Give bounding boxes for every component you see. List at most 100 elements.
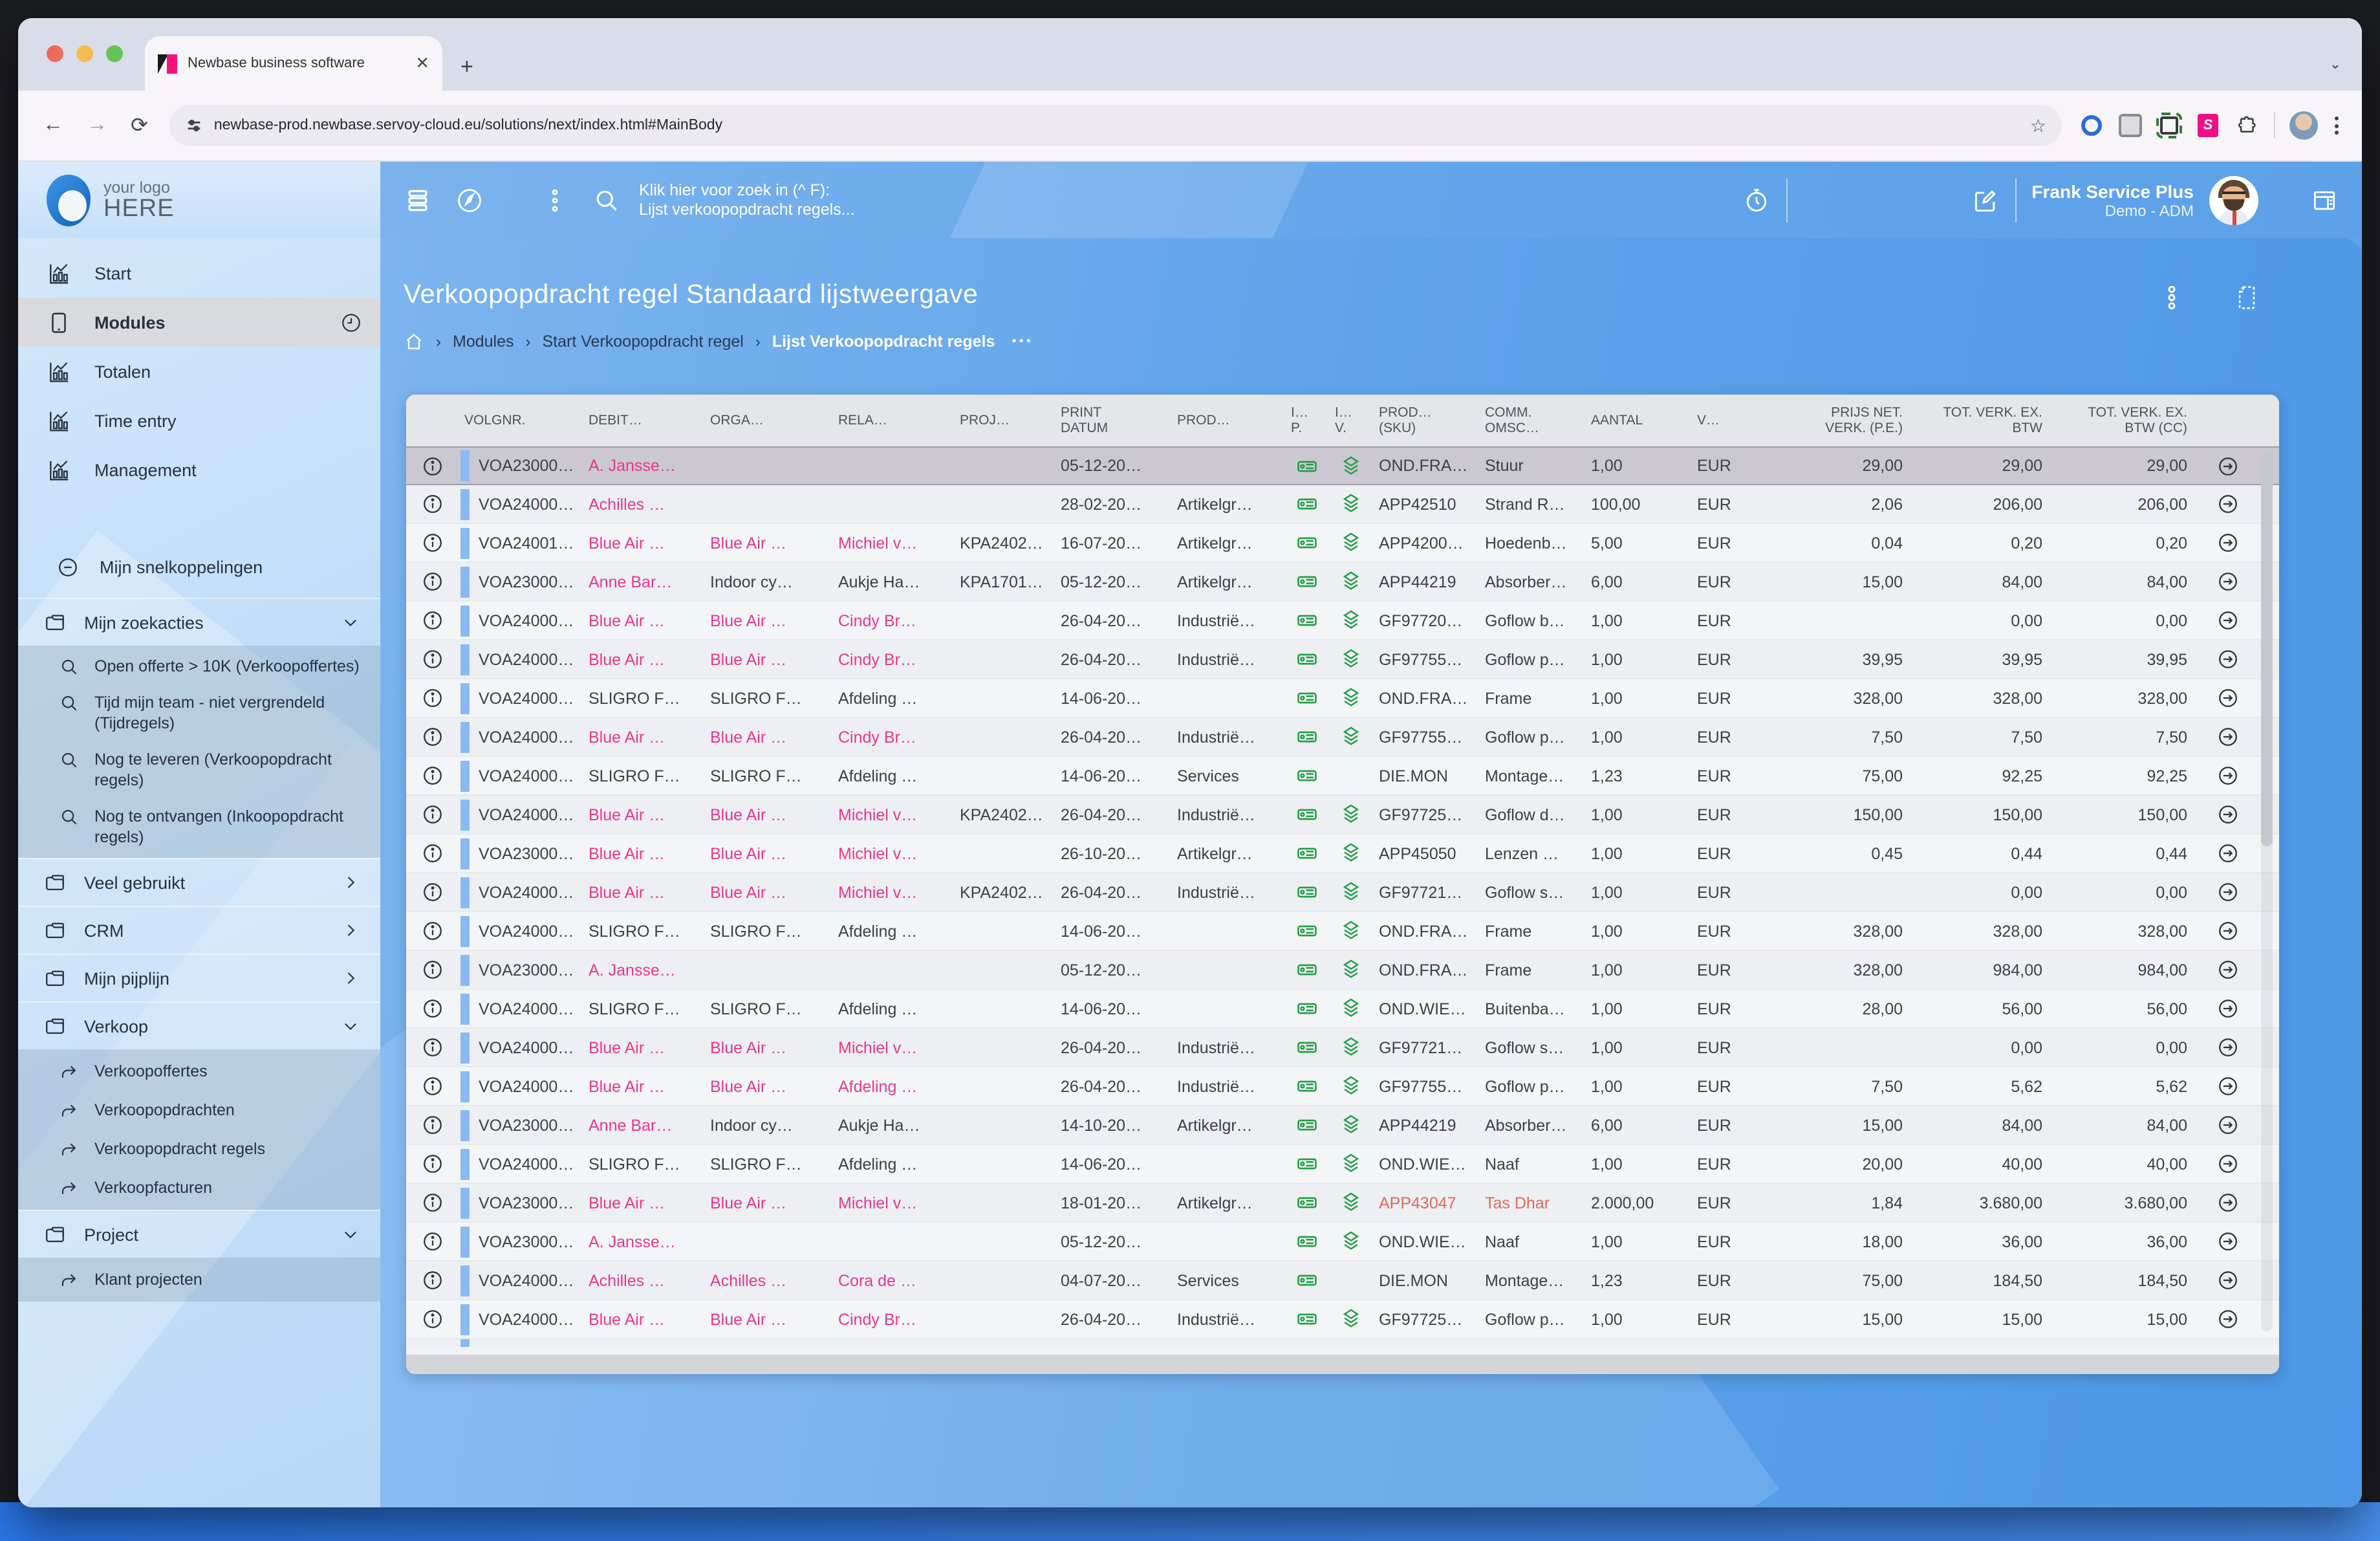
row-info-icon[interactable] [406,920,458,942]
row-info-icon[interactable] [406,1036,458,1058]
sidebar-subitem-nog-te-leveren-verkoopopdracht[interactable]: Nog te leveren (Verkoopopdracht regels) [18,741,380,798]
chevron-down-icon[interactable] [341,1225,360,1243]
compass-icon[interactable] [455,186,484,214]
column-header-ip[interactable]: I… P. [1284,405,1328,436]
extension-pink-icon[interactable]: S [2195,113,2221,138]
row-info-icon[interactable] [406,998,458,1020]
breadcrumb-item[interactable]: Lijst Verkoopopdracht regels [772,333,995,351]
logo-area[interactable]: your logo HERE [18,162,380,238]
table-row[interactable]: VOA24000…Blue Air …Blue Air …Cindy Br…26… [406,718,2279,757]
timer-icon[interactable] [1742,186,1770,214]
table-row[interactable]: VOA24000…SLIGRO F…SLIGRO F…Afdeling …14-… [406,912,2279,951]
url-bar[interactable]: newbase-prod.newbase.servoy-cloud.eu/sol… [170,105,2062,146]
header-kebab-icon[interactable] [541,186,569,214]
table-row[interactable]: VOA23000…Blue Air …Blue Air …Michiel v…2… [406,835,2279,873]
column-header-tot[interactable]: TOT. VERK. EX. BTW [1918,405,2058,436]
tab-search-icon[interactable]: ⌄ [2330,56,2341,72]
horizontal-scrollbar[interactable] [406,1355,2279,1374]
vertical-scrollbar-thumb[interactable] [2261,452,2273,846]
row-open-arrow-icon[interactable] [2203,881,2252,903]
url-text[interactable]: newbase-prod.newbase.servoy-cloud.eu/sol… [214,118,2020,133]
home-icon[interactable] [404,331,424,352]
row-open-arrow-icon[interactable] [2203,493,2252,515]
row-open-arrow-icon[interactable] [2203,1308,2252,1330]
row-open-arrow-icon[interactable] [2203,609,2252,631]
clock-icon[interactable] [340,311,362,333]
row-open-arrow-icon[interactable] [2203,1230,2252,1252]
table-row[interactable]: VOA23000…Anne Bar…Indoor cy…Aukje Ha…KPA… [406,563,2279,602]
column-header-prijs[interactable]: PRIJS NET. VERK. (P.E.) [1773,405,1918,436]
row-open-arrow-icon[interactable] [2203,726,2252,748]
sidebar-item-modules[interactable]: Modules [18,298,380,347]
new-tab-button[interactable]: + [460,56,473,78]
column-header-debit[interactable]: DEBIT… [582,413,704,428]
sidebar-subitem-verkoopoffertes[interactable]: Verkoopoffertes [18,1052,380,1091]
row-info-icon[interactable] [406,726,458,748]
table-row[interactable]: VOA24000…Blue Air …Blue Air …Michiel v…K… [406,796,2279,835]
table-row[interactable]: VOA24000…Achilles …28-02-20…Artikelgr…AP… [406,485,2279,524]
sidebar-subitem-verkoopopdrachten[interactable]: Verkoopopdrachten [18,1091,380,1130]
row-info-icon[interactable] [406,493,458,515]
table-row[interactable]: VOA24000…Achilles …Achilles …Cora de …04… [406,1262,2279,1300]
column-header-rela[interactable]: RELA… [832,413,953,428]
row-open-arrow-icon[interactable] [2203,920,2252,942]
row-open-arrow-icon[interactable] [2203,765,2252,787]
content-kebab-icon[interactable] [2160,285,2183,311]
column-header-iv[interactable]: I… V. [1328,405,1372,436]
row-info-icon[interactable] [406,842,458,864]
row-open-arrow-icon[interactable] [2203,1153,2252,1175]
row-info-icon[interactable] [406,1230,458,1252]
row-info-icon[interactable] [406,648,458,670]
row-open-arrow-icon[interactable] [2203,998,2252,1020]
table-row[interactable]: VOA23000…A. Jansse…05-12-20…OND.FRA…Stuu… [406,446,2279,485]
extension-chrome-icon[interactable] [2117,113,2143,138]
sidebar-subitem-nog-te-ontvangen-inkoopopdrach[interactable]: Nog te ontvangen (Inkoopopdracht regels) [18,798,380,855]
sidebar-group-veel-gebruikt[interactable]: Veel gebruikt [18,858,380,906]
table-row[interactable]: VOA24000…Blue Air …Blue Air …Cindy Br…26… [406,602,2279,640]
column-header-prod[interactable]: PROD… [1171,413,1284,428]
row-info-icon[interactable] [406,1075,458,1097]
table-row[interactable]: VOA23000…A. Jansse…05-12-20…OND.WIE…Naaf… [406,1223,2279,1262]
back-button[interactable]: ← [43,114,63,137]
table-row[interactable]: VOA24000…Blue Air …Blue Air …Afdeling …2… [406,1067,2279,1106]
row-open-arrow-icon[interactable] [2203,1075,2252,1097]
column-header-sku[interactable]: PROD… (SKU) [1372,405,1478,436]
site-settings-icon[interactable] [186,116,204,135]
row-open-arrow-icon[interactable] [2203,1114,2252,1136]
row-info-icon[interactable] [406,959,458,981]
chevron-down-icon[interactable] [341,613,360,631]
table-row[interactable]: VOA24000…SLIGRO F…SLIGRO F…Afdeling …14-… [406,757,2279,796]
zoom-window-button[interactable] [106,45,123,62]
table-row[interactable]: VOA24000…SLIGRO F…SLIGRO F…Afdeling …14-… [406,679,2279,718]
table-row[interactable]: VOA24000…SLIGRO F…SLIGRO F…Afdeling …14-… [406,1145,2279,1184]
sidebar-subitem-verkoopopdracht-regels[interactable]: Verkoopopdracht regels [18,1130,380,1168]
row-open-arrow-icon[interactable] [2203,455,2252,477]
extension-1password-icon[interactable] [2079,113,2104,138]
row-open-arrow-icon[interactable] [2203,803,2252,825]
sidebar-subitem-klant-projecten[interactable]: Klant projecten [18,1260,380,1299]
sidebar-shortcuts-header[interactable]: Mijn snelkoppelingen [18,543,380,590]
extension-capture-icon[interactable] [2156,113,2182,138]
table-row[interactable]: VOA24000…Blue Air …Blue Air …Michiel v…2… [406,1029,2279,1067]
sidebar-item-time-entry[interactable]: Time entry [18,396,380,445]
breadcrumb-more-icon[interactable]: ●●● [1012,338,1033,345]
sidebar-group-crm[interactable]: CRM [18,906,380,954]
row-open-arrow-icon[interactable] [2203,571,2252,593]
table-row[interactable]: VOA24000…SLIGRO F…SLIGRO F…Afdeling …14-… [406,990,2279,1029]
table-row[interactable]: VOA24000…Blue Air …Blue Air …Michiel v…K… [406,873,2279,912]
forward-button[interactable]: → [87,114,107,137]
sidebar-item-start[interactable]: Start [18,248,380,298]
sidebar-group-mijn-pijplijn[interactable]: Mijn pijplijn [18,954,380,1001]
row-open-arrow-icon[interactable] [2203,1269,2252,1291]
sidebar-item-management[interactable]: Management [18,445,380,494]
row-info-icon[interactable] [406,687,458,709]
column-header-orga[interactable]: ORGA… [704,413,832,428]
tab-close-icon[interactable]: ✕ [415,53,429,74]
table-row[interactable]: VOA23000…Blue Air …Blue Air …Michiel v…1… [406,1184,2279,1223]
row-info-icon[interactable] [406,803,458,825]
sidebar-item-totalen[interactable]: Totalen [18,347,380,396]
table-row[interactable]: VOA24000…Blue Air …Blue Air …Cindy Br…26… [406,1300,2279,1339]
vertical-scrollbar[interactable] [2261,452,2273,1331]
table-row[interactable]: VOA23000…A. Jansse…05-12-20…OND.FRA…Fram… [406,951,2279,990]
table-row[interactable]: VOA24000…Blue Air …Blue Air …Cindy Br…26… [406,640,2279,679]
